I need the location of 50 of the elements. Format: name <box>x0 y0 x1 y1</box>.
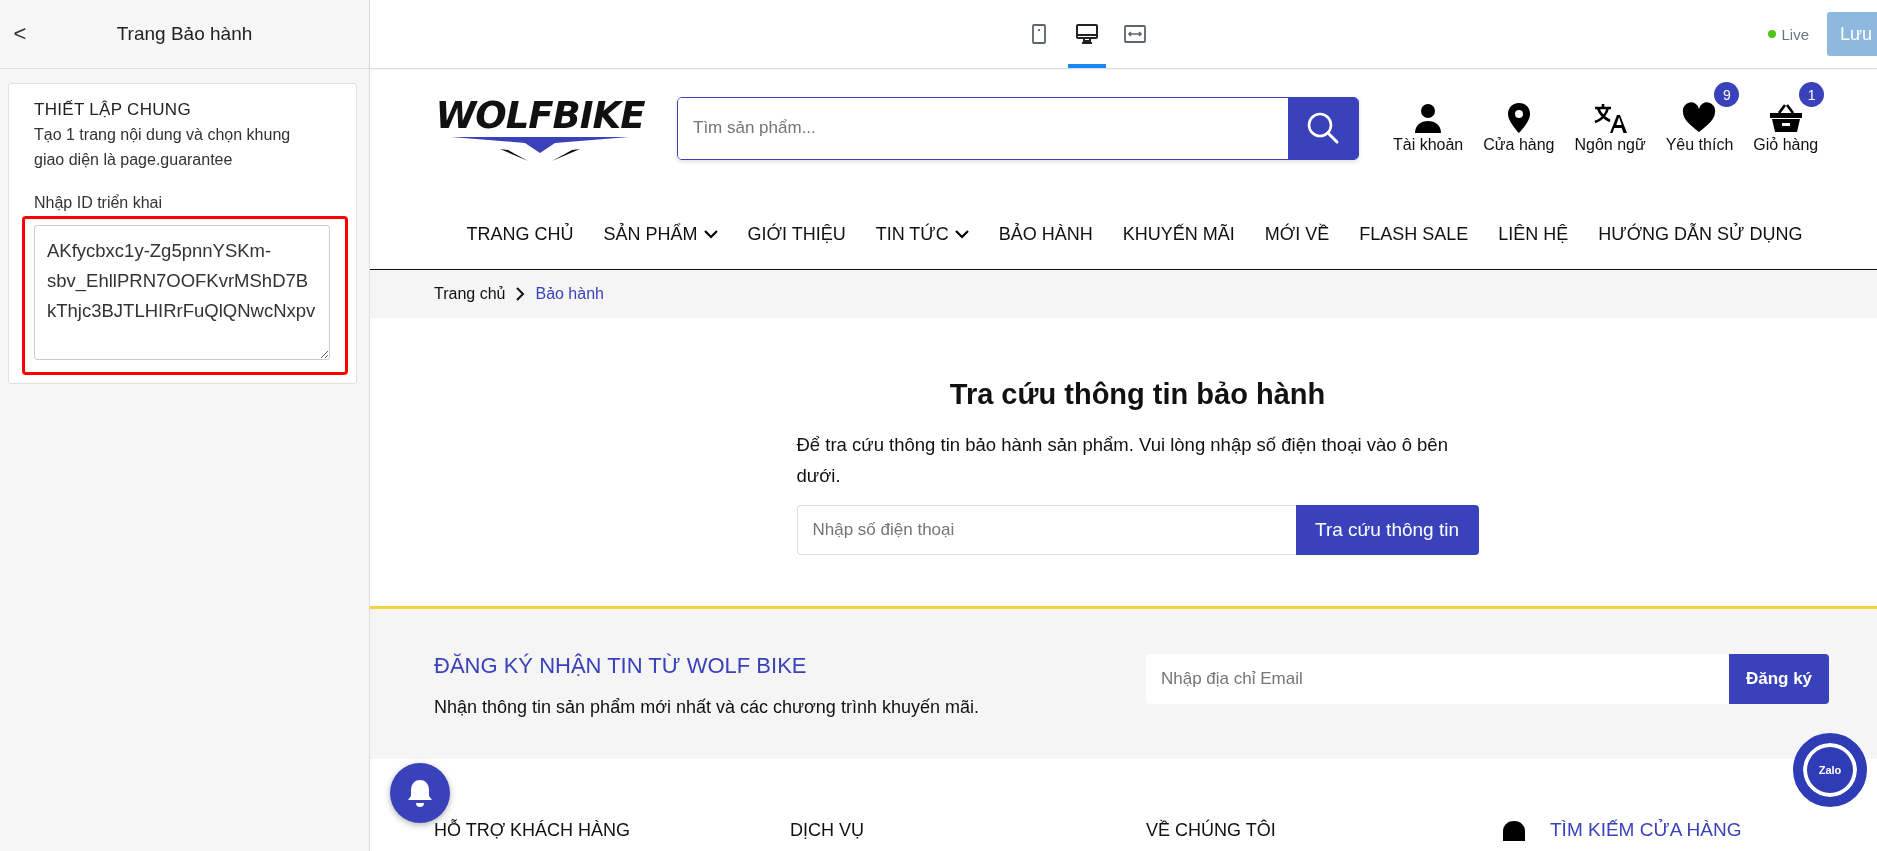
phone-input-field[interactable]: Nhập số điện thoại <box>796 505 1296 555</box>
section-description: Tạo 1 trang nội dung và chọn khung giao diện là page.guarantee <box>34 125 292 170</box>
language-link[interactable]: Ngôn ngữ <box>1568 82 1652 154</box>
nav-link[interactable]: KHUYẾN MÃI <box>1122 223 1235 269</box>
chat-button[interactable]: Zalo <box>1793 733 1867 807</box>
page-heading: Tra cứu thông tin bảo hành <box>948 378 1327 411</box>
nav-link[interactable]: BẢO HÀNH <box>998 223 1093 269</box>
footer-heading: TÌM KIẾM CỬA HÀNG <box>1550 819 1742 841</box>
footer-heading: VỀ CHÚNG TÔI <box>1146 820 1276 841</box>
count-badge: 1 <box>1799 82 1825 107</box>
nav-link[interactable]: LIÊN HỆ <box>1498 223 1569 269</box>
nav-link[interactable]: SẢN PHẨM <box>603 223 718 269</box>
basket-icon <box>1768 102 1803 134</box>
store-link[interactable]: Cửa hàng <box>1477 82 1561 154</box>
account-link[interactable]: Tài khoản <box>1387 82 1470 154</box>
back-button[interactable]: < <box>0 21 40 47</box>
cart-link[interactable]: 1 Giỏ hàng <box>1747 82 1825 154</box>
instruction-text: Để tra cứu thông tin bảo hành sản phẩm. Vui lòng nhập số điện thoại vào ô bên dưới. <box>796 433 1449 488</box>
lookup-button[interactable]: Tra cứu thông tin <box>1295 505 1479 555</box>
nav-link[interactable]: TIN TỨC <box>875 223 969 269</box>
search-button[interactable] <box>1288 97 1358 159</box>
subscribe-button[interactable]: Đăng ký <box>1729 654 1829 704</box>
id-input-field[interactable]: AKfycbxc1y-Zg5pnnYSKm-sbv_EhllPRN7OOFKvrMShD7BkThjc3BJTLHIRrFuQlQNwcNxpv <box>34 225 330 360</box>
chevron-right-icon <box>515 287 526 301</box>
search-field[interactable]: Tìm sản phẩm... <box>677 96 1359 160</box>
nav-link[interactable]: MỚI VỀ <box>1264 223 1330 269</box>
email-input-field[interactable]: Nhập địa chỉ Email <box>1146 654 1729 704</box>
expand-width-icon <box>1124 24 1146 44</box>
count-badge: 9 <box>1714 82 1740 107</box>
section-heading: THIẾT LẬP CHUNG <box>34 100 192 120</box>
breadcrumb-link[interactable]: Trang chủ <box>434 285 506 303</box>
translate-icon <box>1593 102 1628 134</box>
logo[interactable]: WOLFBIKE <box>434 89 646 167</box>
nav-link[interactable]: FLASH SALE <box>1359 223 1469 269</box>
wishlist-link[interactable]: 9 Yêu thích <box>1659 82 1740 154</box>
bell-icon <box>406 778 434 808</box>
tablet-icon <box>1030 24 1048 44</box>
heart-icon <box>1682 102 1717 134</box>
monitor-icon <box>1076 24 1098 44</box>
nav-link[interactable]: TRANG CHỦ <box>466 223 574 269</box>
newsletter-text: Nhận thông tin sản phẩm mới nhất và các chương trình khuyến mãi. <box>434 697 980 718</box>
field-label: Nhập ID triển khai <box>34 194 164 212</box>
nav-link[interactable]: GIỚI THIỆU <box>747 223 846 269</box>
footer-heading: DỊCH VỤ <box>790 820 864 841</box>
live-status: Live <box>1768 0 1809 68</box>
newsletter-heading: ĐĂNG KÝ NHẬN TIN TỪ WOLF BIKE <box>434 653 808 679</box>
panel-title: Trang Bảo hành <box>115 23 254 45</box>
breadcrumb-link[interactable]: Bảo hành <box>535 285 604 303</box>
nav-link[interactable]: HƯỚNG DẪN SỬ DỤNG <box>1598 223 1803 269</box>
footer-heading: HỖ TRỢ KHÁCH HÀNG <box>434 820 631 841</box>
